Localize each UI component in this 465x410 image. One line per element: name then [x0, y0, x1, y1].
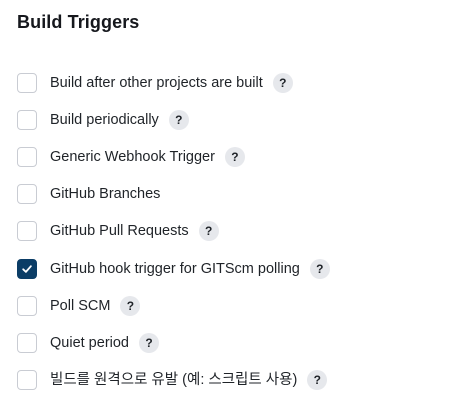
help-icon[interactable]: ? — [120, 295, 141, 316]
build-trigger-options: Build after other projects are built ? B… — [17, 64, 457, 399]
checkbox[interactable] — [17, 146, 37, 167]
help-icon[interactable]: ? — [224, 146, 245, 167]
trigger-label: GitHub hook trigger for GITScm polling — [50, 260, 300, 277]
trigger-label: 빌드를 원격으로 유발 (예: 스크립트 사용) — [50, 372, 298, 389]
help-icon[interactable]: ? — [198, 221, 219, 242]
help-icon[interactable]: ? — [272, 72, 293, 93]
trigger-label: Build after other projects are built — [50, 74, 263, 91]
checkbox[interactable] — [17, 295, 37, 316]
build-triggers-section: Build Triggers Build after other project… — [0, 0, 465, 410]
checkmark-icon — [22, 264, 32, 273]
trigger-label: Quiet period — [50, 334, 129, 351]
build-trigger-option[interactable]: Build periodically ? — [17, 101, 457, 138]
build-trigger-option[interactable]: Generic Webhook Trigger ? — [17, 138, 457, 175]
build-trigger-option[interactable]: GitHub Branches — [17, 176, 457, 213]
section-title: Build Triggers — [17, 12, 140, 32]
trigger-label: Build periodically — [50, 111, 159, 128]
build-trigger-option[interactable]: Poll SCM ? — [17, 287, 457, 324]
trigger-label: Generic Webhook Trigger — [50, 148, 215, 165]
checkbox[interactable] — [17, 258, 37, 279]
checkbox[interactable] — [17, 370, 37, 391]
checkbox[interactable] — [17, 221, 37, 242]
trigger-label: GitHub Pull Requests — [50, 223, 189, 240]
build-trigger-option[interactable]: GitHub hook trigger for GITScm polling ? — [17, 250, 457, 287]
build-trigger-option[interactable]: Quiet period ? — [17, 324, 457, 361]
help-icon[interactable]: ? — [168, 109, 189, 130]
build-trigger-option[interactable]: 빌드를 원격으로 유발 (예: 스크립트 사용) ? — [17, 362, 457, 399]
checkbox[interactable] — [17, 109, 37, 130]
checkbox[interactable] — [17, 72, 37, 93]
help-icon[interactable]: ? — [139, 332, 159, 353]
checkbox[interactable] — [17, 332, 37, 353]
build-trigger-option[interactable]: Build after other projects are built ? — [17, 64, 457, 101]
help-icon[interactable]: ? — [309, 258, 330, 279]
checkbox[interactable] — [17, 184, 37, 205]
build-trigger-option[interactable]: GitHub Pull Requests ? — [17, 213, 457, 250]
trigger-label: GitHub Branches — [50, 186, 161, 203]
help-icon[interactable]: ? — [307, 370, 328, 391]
trigger-label: Poll SCM — [50, 297, 111, 314]
